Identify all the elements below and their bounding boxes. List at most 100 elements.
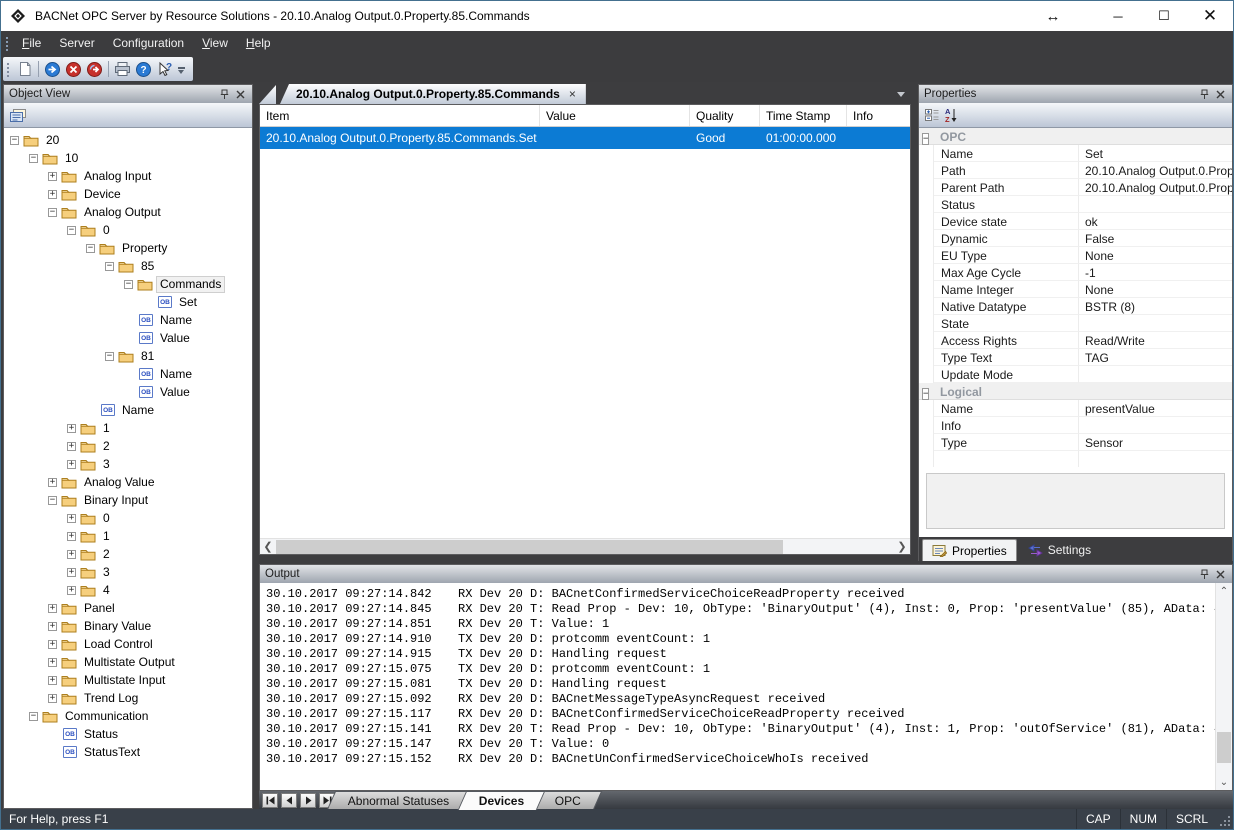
tree-item-2[interactable]: +2 — [4, 437, 252, 455]
property-row-type[interactable]: TypeSensor — [919, 434, 1232, 451]
help-icon[interactable]: ? — [133, 59, 154, 80]
property-row-dynamic[interactable]: DynamicFalse — [919, 230, 1232, 247]
vscroll-thumb[interactable] — [1217, 732, 1231, 763]
hscroll-track[interactable] — [276, 539, 894, 555]
tab-settings[interactable]: Settings — [1019, 539, 1100, 561]
collapse-icon[interactable]: − — [922, 133, 929, 145]
menu-item-view[interactable]: View — [193, 31, 237, 56]
collapse-icon[interactable]: − — [10, 136, 19, 145]
expand-icon[interactable]: + — [67, 442, 76, 451]
property-row-native-datatype[interactable]: Native DatatypeBSTR (8) — [919, 298, 1232, 315]
tab-list-dropdown-icon[interactable] — [897, 92, 905, 97]
expand-icon[interactable]: + — [48, 190, 57, 199]
tree-item-analog-input[interactable]: +Analog Input — [4, 167, 252, 185]
tree-item-4[interactable]: +4 — [4, 581, 252, 599]
tree-item-binary-input[interactable]: −Binary Input — [4, 491, 252, 509]
tree-item-multistate-output[interactable]: +Multistate Output — [4, 653, 252, 671]
tree-item-81[interactable]: −81 — [4, 347, 252, 365]
stop-icon[interactable] — [63, 59, 84, 80]
property-row-max-age-cycle[interactable]: Max Age Cycle-1 — [919, 264, 1232, 281]
expand-icon[interactable]: + — [48, 658, 57, 667]
property-row-path[interactable]: Path20.10.Analog Output.0.Prope... — [919, 162, 1232, 179]
property-row-parent-path[interactable]: Parent Path20.10.Analog Output.0.Prope..… — [919, 179, 1232, 196]
property-row-name[interactable]: NamepresentValue — [919, 400, 1232, 417]
tree-item-device[interactable]: +Device — [4, 185, 252, 203]
tree-item-0[interactable]: +0 — [4, 509, 252, 527]
expand-icon[interactable]: + — [48, 172, 57, 181]
property-row-access-rights[interactable]: Access RightsRead/Write — [919, 332, 1232, 349]
collapse-icon[interactable]: − — [86, 244, 95, 253]
document-tab[interactable]: 20.10.Analog Output.0.Property.85.Comman… — [280, 84, 586, 104]
tab-properties[interactable]: Properties — [922, 539, 1017, 561]
tree-item-analog-value[interactable]: +Analog Value — [4, 473, 252, 491]
tree-item-20[interactable]: −20 — [4, 131, 252, 149]
vertical-scrollbar[interactable]: ⌃ ⌄ — [1215, 583, 1232, 790]
menu-item-server[interactable]: Server — [50, 31, 103, 56]
close-icon[interactable] — [1213, 567, 1227, 581]
toolbar-grip[interactable] — [6, 62, 10, 77]
tree-item-multistate-input[interactable]: +Multistate Input — [4, 671, 252, 689]
property-row-eu-type[interactable]: EU TypeNone — [919, 247, 1232, 264]
context-help-icon[interactable]: ? — [154, 59, 175, 80]
expand-icon[interactable]: + — [48, 622, 57, 631]
tree-item-binary-value[interactable]: +Binary Value — [4, 617, 252, 635]
grid-row[interactable]: 20.10.Analog Output.0.Property.85.Comman… — [260, 127, 910, 149]
expand-icon[interactable]: + — [48, 640, 57, 649]
collapse-icon[interactable]: − — [105, 262, 114, 271]
column-header-quality[interactable]: Quality — [690, 105, 760, 126]
tree-item-set[interactable]: OBSet — [4, 293, 252, 311]
tree-item-value[interactable]: OBValue — [4, 329, 252, 347]
tab-devices[interactable]: Devices — [458, 791, 546, 810]
nav-first-button[interactable] — [262, 793, 278, 808]
print-icon[interactable] — [112, 59, 133, 80]
expand-icon[interactable]: + — [67, 568, 76, 577]
tree-item-commands[interactable]: −Commands — [4, 275, 252, 293]
expand-icon[interactable]: + — [67, 550, 76, 559]
close-icon[interactable] — [1213, 87, 1227, 101]
start-icon[interactable] — [42, 59, 63, 80]
tree-item-1[interactable]: +1 — [4, 527, 252, 545]
resize-grip[interactable] — [1217, 809, 1233, 829]
collapse-icon[interactable]: − — [67, 226, 76, 235]
expand-icon[interactable]: + — [48, 676, 57, 685]
tree-item-status[interactable]: OBStatus — [4, 725, 252, 743]
scroll-down-icon[interactable]: ⌄ — [1216, 774, 1232, 790]
property-row-update-mode[interactable]: Update Mode — [919, 366, 1232, 383]
property-row-state[interactable]: State — [919, 315, 1232, 332]
tree-item-3[interactable]: +3 — [4, 563, 252, 581]
collapse-icon[interactable]: − — [29, 712, 38, 721]
collapse-icon[interactable]: − — [29, 154, 38, 163]
collapse-icon[interactable]: − — [48, 496, 57, 505]
tree-item-panel[interactable]: +Panel — [4, 599, 252, 617]
scroll-up-icon[interactable]: ⌃ — [1216, 583, 1232, 599]
close-icon[interactable] — [233, 87, 247, 101]
pin-icon[interactable] — [1197, 87, 1211, 101]
menu-grip[interactable] — [5, 36, 9, 51]
tree-item-analog-output[interactable]: −Analog Output — [4, 203, 252, 221]
expand-icon[interactable]: + — [48, 694, 57, 703]
property-row-name[interactable]: NameSet — [919, 145, 1232, 162]
scroll-right-icon[interactable]: ❯ — [894, 539, 910, 555]
minimize-button[interactable]: ─ — [1095, 1, 1141, 31]
maximize-button[interactable]: ☐ — [1141, 1, 1187, 31]
horizontal-scrollbar[interactable]: ❮ ❯ — [260, 538, 910, 554]
expand-icon[interactable]: + — [67, 460, 76, 469]
property-group-opc[interactable]: −OPC — [919, 128, 1232, 145]
tree-item-communication[interactable]: −Communication — [4, 707, 252, 725]
collapse-icon[interactable]: − — [922, 388, 929, 400]
tree-item-statustext[interactable]: OBStatusText — [4, 743, 252, 761]
tree-item-trend-log[interactable]: +Trend Log — [4, 689, 252, 707]
expand-icon[interactable]: + — [67, 514, 76, 523]
property-row-type-text[interactable]: Type TextTAG — [919, 349, 1232, 366]
sort-az-icon[interactable]: AZ — [944, 107, 958, 123]
property-row-name-integer[interactable]: Name IntegerNone — [919, 281, 1232, 298]
collapse-icon[interactable]: − — [105, 352, 114, 361]
tree-item-1[interactable]: +1 — [4, 419, 252, 437]
pin-icon[interactable] — [217, 87, 231, 101]
collapse-icon[interactable]: − — [124, 280, 133, 289]
new-document-icon[interactable] — [14, 59, 35, 80]
expand-icon[interactable]: + — [67, 532, 76, 541]
property-row-device-state[interactable]: Device stateok — [919, 213, 1232, 230]
expand-icon[interactable]: + — [48, 604, 57, 613]
menu-item-configuration[interactable]: Configuration — [104, 31, 193, 56]
